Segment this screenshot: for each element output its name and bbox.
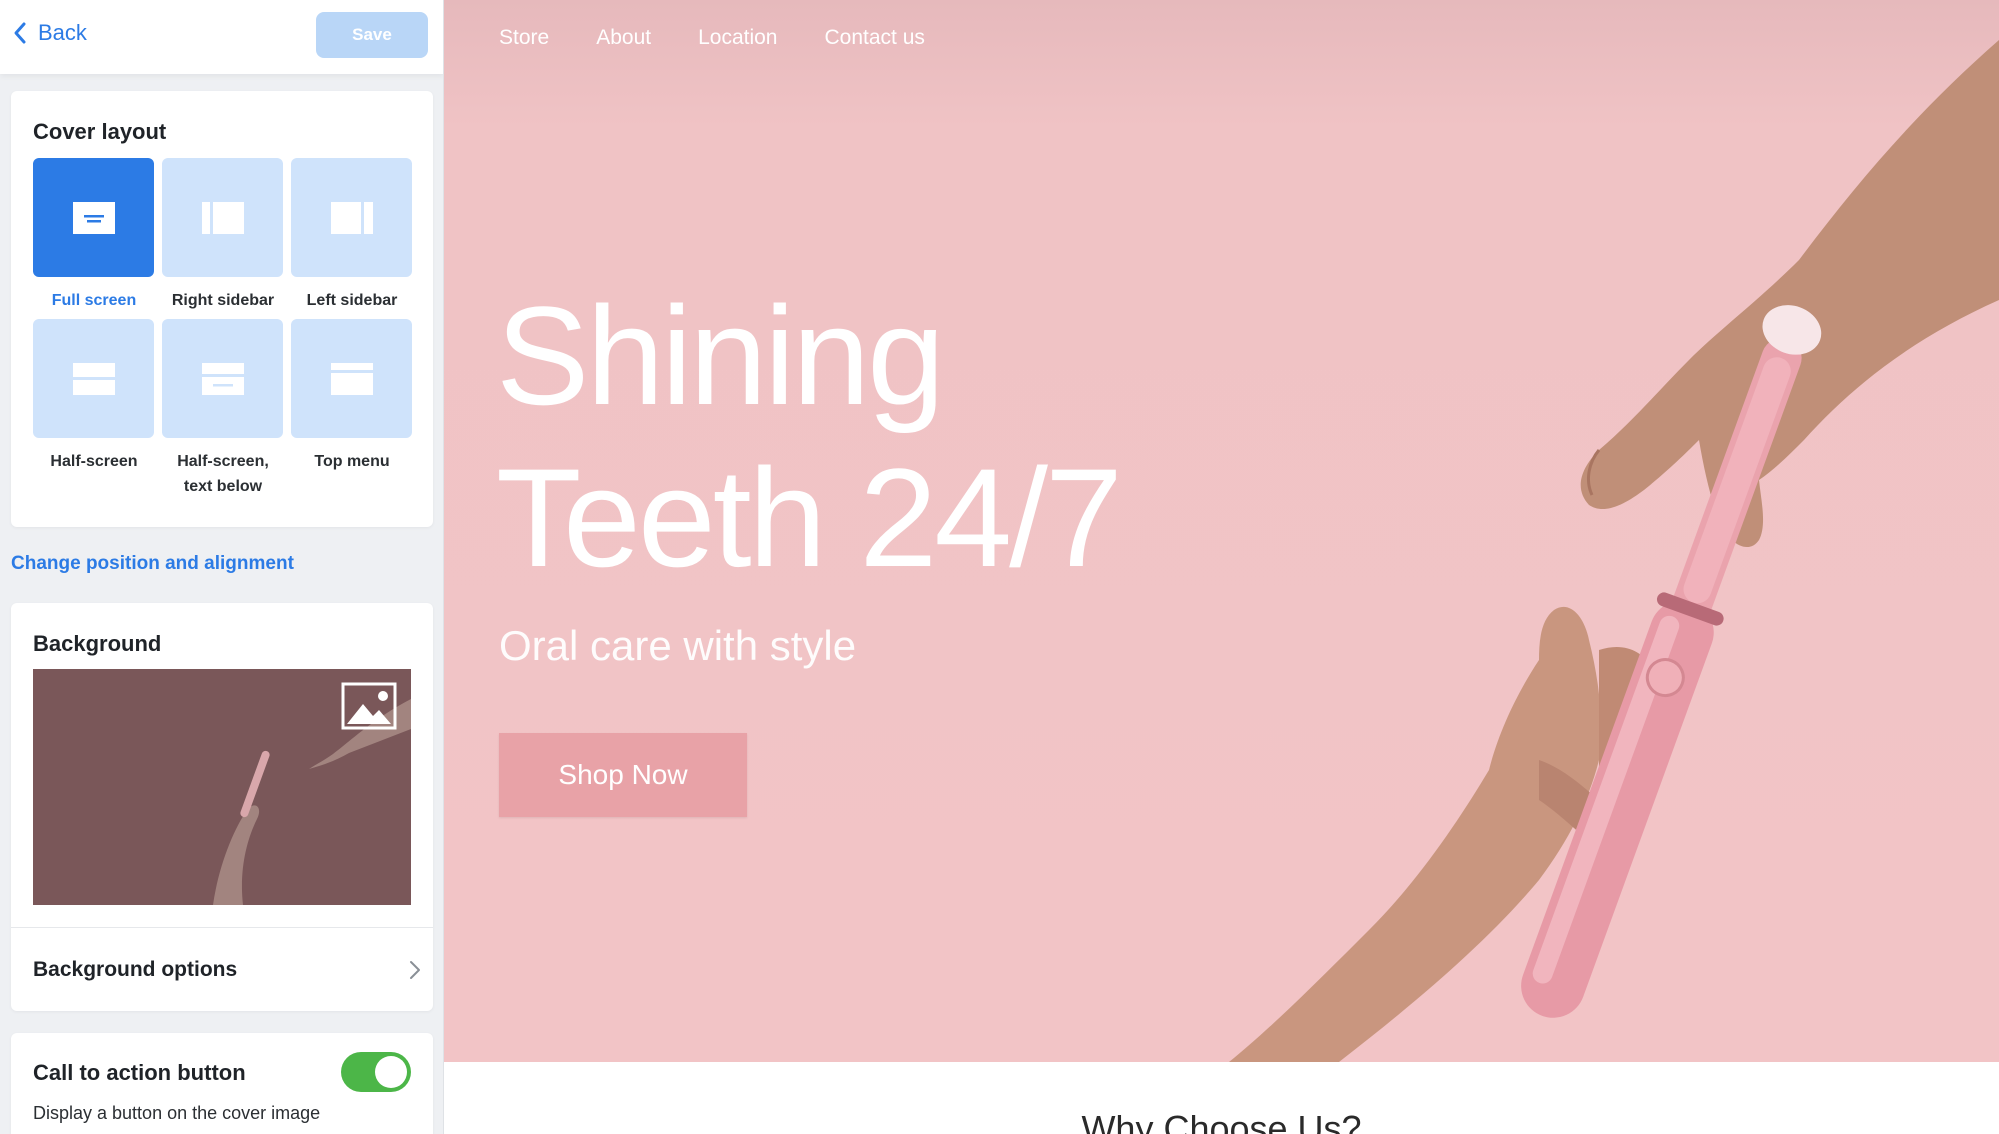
nav-about[interactable]: About — [596, 26, 651, 50]
layout-full-screen-label: Full screen — [51, 292, 137, 309]
chevron-left-icon — [14, 22, 26, 44]
layout-left-sidebar-label: Left sidebar — [306, 292, 398, 309]
nav-location[interactable]: Location — [698, 26, 777, 50]
cover-layout-title: Cover layout — [33, 119, 167, 144]
label-line-2: text below — [183, 478, 263, 495]
background-options-row[interactable]: Background options — [11, 928, 433, 1011]
layout-top-menu-tile[interactable] — [291, 319, 412, 438]
half-screen-text-below-layout-icon — [201, 362, 244, 395]
background-card: Background Background options — [11, 603, 433, 1011]
background-thumbnail[interactable] — [33, 669, 411, 905]
headline-line-2: Teeth 24/7 — [496, 439, 1123, 596]
site-nav: Store About Location Contact us — [499, 26, 925, 50]
nav-store[interactable]: Store — [499, 26, 549, 50]
right-sidebar-layout-icon — [201, 201, 244, 234]
layout-right-sidebar-label: Right sidebar — [171, 292, 275, 309]
image-icon[interactable] — [341, 682, 397, 730]
headline-line-1: Shining — [496, 277, 945, 434]
editor-panel: Back Save Cover layout Full screen Right… — [0, 0, 444, 1134]
cta-toggle[interactable] — [341, 1052, 411, 1092]
hero-subline: Oral care with style — [499, 622, 857, 669]
change-position-link[interactable]: Change position and alignment — [11, 553, 294, 575]
back-label: Back — [38, 20, 87, 45]
cover-section: Store About Location Contact us Shining … — [444, 0, 1999, 1062]
layout-top-menu-label: Top menu — [314, 453, 390, 470]
save-button[interactable]: Save — [316, 12, 428, 58]
layout-half-screen-tile[interactable] — [33, 319, 154, 438]
full-screen-layout-icon — [72, 201, 115, 234]
nav-contact-us[interactable]: Contact us — [825, 26, 925, 50]
label-line-1: Half-screen, — [177, 453, 269, 470]
chevron-right-icon — [410, 961, 420, 979]
cover-layout-card: Cover layout Full screen Right sidebar L… — [11, 91, 433, 527]
layout-half-screen-text-below-tile[interactable] — [162, 319, 283, 438]
toggle-knob — [375, 1056, 407, 1088]
layout-left-sidebar-tile[interactable] — [291, 158, 412, 277]
back-button[interactable]: Back — [12, 20, 87, 46]
shop-now-button[interactable]: Shop Now — [499, 733, 747, 817]
why-choose-us-heading: Why Choose Us? — [1081, 1108, 1362, 1134]
editor-topbar: Back Save — [0, 0, 443, 74]
layout-right-sidebar-tile[interactable] — [162, 158, 283, 277]
cta-description: Display a button on the cover image — [33, 1103, 321, 1123]
cta-card: Call to action button Display a button o… — [11, 1033, 433, 1134]
layout-half-screen-label: Half-screen — [50, 453, 138, 470]
half-screen-layout-icon — [72, 362, 115, 395]
site-preview: Store About Location Contact us Shining … — [444, 0, 1999, 1134]
hero-headline: Shining Teeth 24/7 — [496, 275, 1123, 599]
top-menu-layout-icon — [330, 362, 373, 395]
background-options-label: Background options — [33, 957, 238, 981]
cta-title: Call to action button — [33, 1060, 246, 1085]
layout-full-screen-tile[interactable] — [33, 158, 154, 277]
layout-half-screen-text-below-label: Half-screen, text below — [158, 449, 288, 499]
left-sidebar-layout-icon — [330, 201, 373, 234]
background-title: Background — [33, 631, 162, 656]
